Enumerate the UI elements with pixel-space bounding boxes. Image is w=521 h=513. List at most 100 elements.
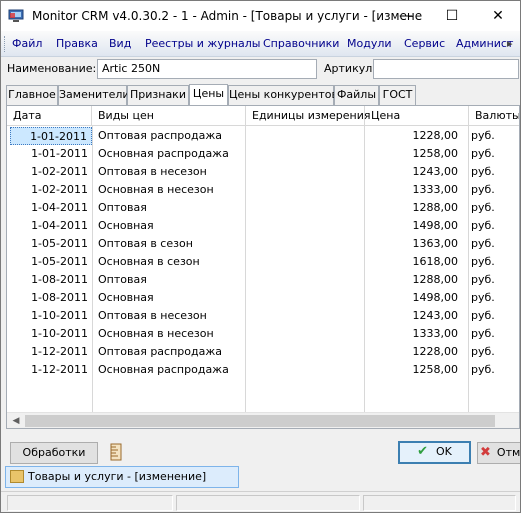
price-type-cell[interactable]: Оптовая распродажа <box>96 127 246 145</box>
price-cell[interactable]: 1228,00 <box>365 127 463 145</box>
price-cell[interactable]: 1288,00 <box>365 199 463 217</box>
prices-grid[interactable]: Дата Виды цен Единицы измерения Цена Вал… <box>6 105 520 429</box>
price-cell[interactable]: 1243,00 <box>365 163 463 181</box>
date-cell[interactable]: 1-01-2011 <box>10 127 92 145</box>
table-row[interactable]: 1-12-2011 Оптовая распродажа 1228,00 руб. <box>7 343 519 361</box>
unit-cell[interactable] <box>246 325 365 343</box>
tab-files[interactable]: Файлы <box>334 85 379 105</box>
price-cell[interactable]: 1228,00 <box>365 343 463 361</box>
table-row[interactable]: 1-05-2011 Оптовая в сезон 1363,00 руб. <box>7 235 519 253</box>
title-bar[interactable]: Monitor CRM v4.0.30.2 - 1 - Admin - [Тов… <box>1 1 520 31</box>
menu-edit[interactable]: Правка <box>56 37 98 50</box>
table-row[interactable]: 1-02-2011 Оптовая в несезон 1243,00 руб. <box>7 163 519 181</box>
tab-substitutes[interactable]: Заменители <box>58 85 130 105</box>
maximize-button[interactable]: ☐ <box>429 1 475 31</box>
table-row[interactable]: 1-01-2011 Оптовая распродажа 1228,00 руб. <box>7 127 519 145</box>
unit-cell[interactable] <box>246 199 365 217</box>
unit-cell[interactable] <box>246 145 365 163</box>
currency-cell[interactable]: руб. <box>469 145 519 163</box>
table-row[interactable]: 1-05-2011 Основная в сезон 1618,00 руб. <box>7 253 519 271</box>
minimize-button[interactable]: — <box>383 1 429 31</box>
price-type-cell[interactable]: Основная в сезон <box>96 253 246 271</box>
currency-cell[interactable]: руб. <box>469 235 519 253</box>
table-row[interactable]: 1-01-2011 Основная распродажа 1258,00 руб. <box>7 145 519 163</box>
processing-button[interactable]: Обработки <box>10 442 98 464</box>
unit-cell[interactable] <box>246 217 365 235</box>
price-cell[interactable]: 1618,00 <box>365 253 463 271</box>
horizontal-scrollbar[interactable]: ◀ <box>7 412 519 428</box>
price-cell[interactable]: 1363,00 <box>365 235 463 253</box>
column-header-units[interactable]: Единицы измерения <box>246 106 371 126</box>
price-cell[interactable]: 1498,00 <box>365 289 463 307</box>
menu-references[interactable]: Справочники <box>263 37 339 50</box>
column-header-currency[interactable]: Валюты <box>469 106 519 126</box>
date-cell[interactable]: 1-12-2011 <box>10 361 92 379</box>
tab-main[interactable]: Главное <box>6 85 58 105</box>
date-cell[interactable]: 1-01-2011 <box>10 145 92 163</box>
date-cell[interactable]: 1-04-2011 <box>10 199 92 217</box>
date-cell[interactable]: 1-12-2011 <box>10 343 92 361</box>
price-type-cell[interactable]: Основная распродажа <box>96 361 246 379</box>
close-button[interactable]: ✕ <box>475 1 520 31</box>
date-cell[interactable]: 1-02-2011 <box>10 181 92 199</box>
menu-more-icon[interactable]: ▸ <box>507 37 513 50</box>
unit-cell[interactable] <box>246 343 365 361</box>
price-type-cell[interactable]: Оптовая <box>96 271 246 289</box>
price-type-cell[interactable]: Основная <box>96 289 246 307</box>
price-type-cell[interactable]: Основная <box>96 217 246 235</box>
table-row[interactable]: 1-02-2011 Основная в несезон 1333,00 руб. <box>7 181 519 199</box>
ok-button[interactable]: ✔ OK <box>398 441 471 464</box>
price-type-cell[interactable]: Основная в несезон <box>96 181 246 199</box>
currency-cell[interactable]: руб. <box>469 307 519 325</box>
date-cell[interactable]: 1-02-2011 <box>10 163 92 181</box>
date-cell[interactable]: 1-05-2011 <box>10 253 92 271</box>
menu-view[interactable]: Вид <box>109 37 131 50</box>
unit-cell[interactable] <box>246 127 365 145</box>
table-row[interactable]: 1-04-2011 Оптовая 1288,00 руб. <box>7 199 519 217</box>
price-cell[interactable]: 1498,00 <box>365 217 463 235</box>
currency-cell[interactable]: руб. <box>469 127 519 145</box>
price-type-cell[interactable]: Оптовая распродажа <box>96 343 246 361</box>
ruler-icon[interactable] <box>107 443 125 461</box>
price-cell[interactable]: 1243,00 <box>365 307 463 325</box>
table-row[interactable]: 1-04-2011 Основная 1498,00 руб. <box>7 217 519 235</box>
unit-cell[interactable] <box>246 271 365 289</box>
table-row[interactable]: 1-08-2011 Оптовая 1288,00 руб. <box>7 271 519 289</box>
unit-cell[interactable] <box>246 253 365 271</box>
currency-cell[interactable]: руб. <box>469 181 519 199</box>
name-field[interactable]: Artic 250N <box>97 59 317 79</box>
unit-cell[interactable] <box>246 289 365 307</box>
column-header-date[interactable]: Дата <box>7 106 92 126</box>
table-row[interactable]: 1-08-2011 Основная 1498,00 руб. <box>7 289 519 307</box>
scroll-left-icon[interactable]: ◀ <box>9 414 23 428</box>
table-row[interactable]: 1-12-2011 Основная распродажа 1258,00 руб. <box>7 361 519 379</box>
tab-competitor-prices[interactable]: Цены конкурентов <box>228 85 338 105</box>
menu-modules[interactable]: Модули <box>347 37 392 50</box>
currency-cell[interactable]: руб. <box>469 163 519 181</box>
currency-cell[interactable]: руб. <box>469 253 519 271</box>
tab-prices[interactable]: Цены <box>189 84 228 106</box>
currency-cell[interactable]: руб. <box>469 199 519 217</box>
price-cell[interactable]: 1333,00 <box>365 325 463 343</box>
tab-attributes[interactable]: Признаки <box>127 85 189 105</box>
date-cell[interactable]: 1-05-2011 <box>10 235 92 253</box>
scrollbar-thumb[interactable] <box>25 415 495 427</box>
date-cell[interactable]: 1-04-2011 <box>10 217 92 235</box>
date-cell[interactable]: 1-10-2011 <box>10 325 92 343</box>
menu-registers[interactable]: Реестры и журналы <box>145 37 260 50</box>
unit-cell[interactable] <box>246 361 365 379</box>
date-cell[interactable]: 1-08-2011 <box>10 271 92 289</box>
price-type-cell[interactable]: Основная распродажа <box>96 145 246 163</box>
unit-cell[interactable] <box>246 235 365 253</box>
currency-cell[interactable]: руб. <box>469 361 519 379</box>
date-cell[interactable]: 1-08-2011 <box>10 289 92 307</box>
table-row[interactable]: 1-10-2011 Оптовая в несезон 1243,00 руб. <box>7 307 519 325</box>
currency-cell[interactable]: руб. <box>469 289 519 307</box>
column-header-price-type[interactable]: Виды цен <box>92 106 246 126</box>
price-type-cell[interactable]: Оптовая в сезон <box>96 235 246 253</box>
cancel-button[interactable]: ✖ Отм <box>477 442 520 464</box>
price-cell[interactable]: 1288,00 <box>365 271 463 289</box>
currency-cell[interactable]: руб. <box>469 343 519 361</box>
currency-cell[interactable]: руб. <box>469 217 519 235</box>
menu-admin[interactable]: Админист <box>456 37 513 50</box>
